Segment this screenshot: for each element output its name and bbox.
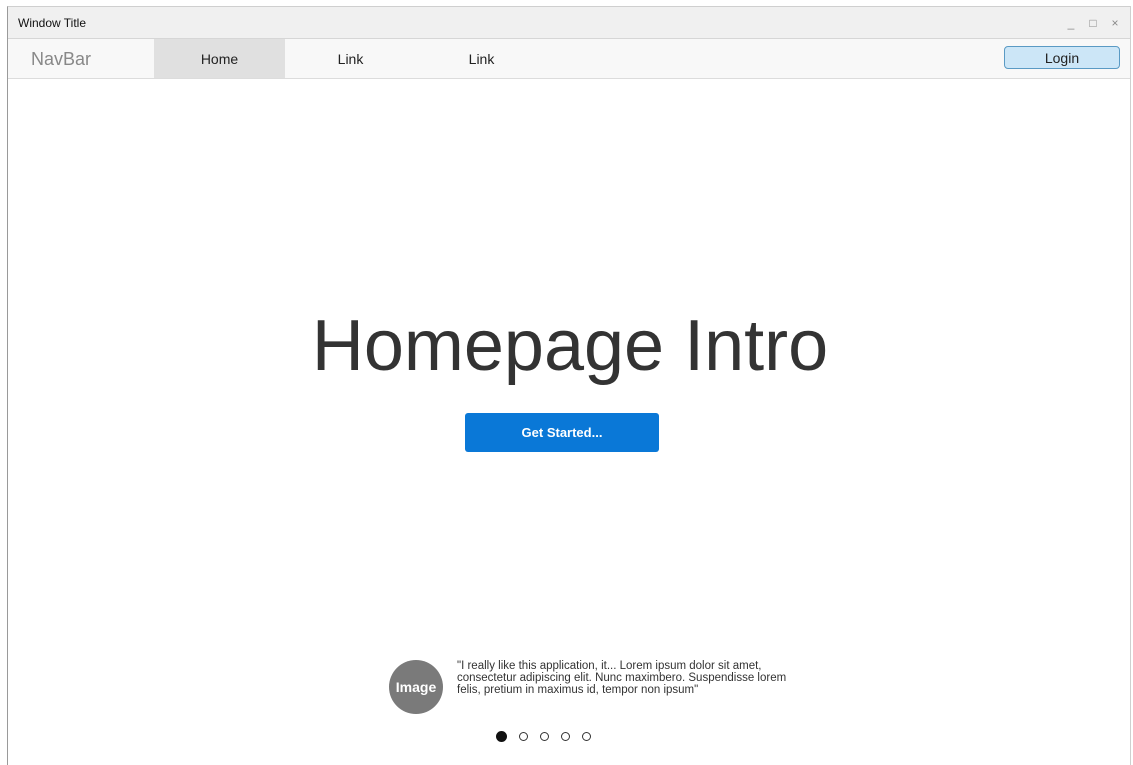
window-title: Window Title (18, 16, 87, 30)
navbar-brand[interactable]: NavBar (31, 49, 91, 70)
nav-item-link-1[interactable]: Link (285, 39, 416, 78)
nav-item-link-2[interactable]: Link (416, 39, 547, 78)
maximize-icon[interactable]: □ (1082, 13, 1104, 33)
close-icon[interactable]: × (1104, 13, 1126, 33)
testimonial-quote: "I really like this application, it... L… (457, 660, 787, 696)
login-button[interactable]: Login (1004, 46, 1120, 69)
get-started-button[interactable]: Get Started... (465, 413, 659, 452)
carousel-dot[interactable] (561, 732, 570, 741)
carousel-dot[interactable] (496, 731, 507, 742)
testimonial-avatar: Image (389, 660, 443, 714)
nav-item-home[interactable]: Home (154, 39, 285, 78)
carousel-dot[interactable] (582, 732, 591, 741)
title-bar: Window Title _ □ × (8, 7, 1130, 39)
hero-title: Homepage Intro (311, 306, 829, 386)
app-window: Window Title _ □ × NavBar Home Link Link… (7, 6, 1131, 765)
carousel-dot[interactable] (540, 732, 549, 741)
window-controls: _ □ × (1060, 13, 1126, 33)
carousel-indicators (496, 731, 591, 742)
carousel-dot[interactable] (519, 732, 528, 741)
minimize-icon[interactable]: _ (1060, 13, 1082, 33)
navbar: NavBar Home Link Link Login (8, 39, 1130, 79)
